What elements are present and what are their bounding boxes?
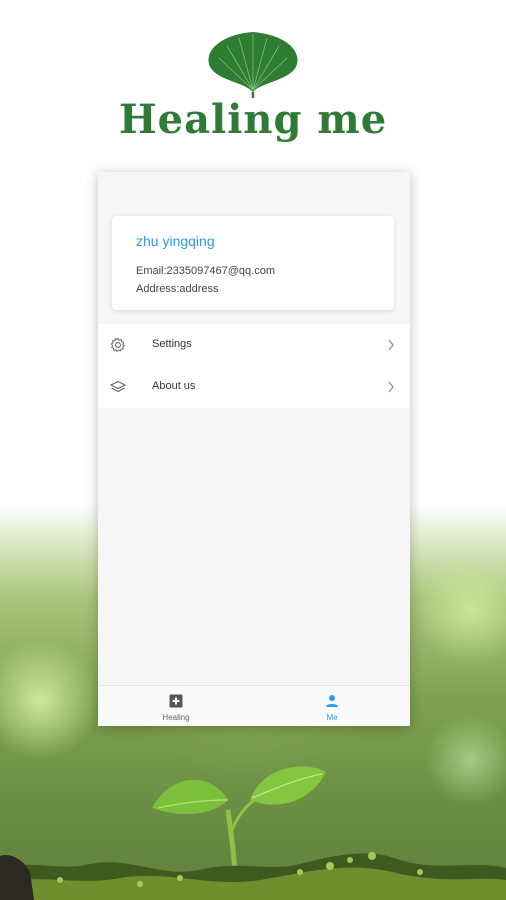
chevron-right-icon	[388, 339, 394, 351]
tab-healing[interactable]: Healing	[98, 686, 254, 726]
ginkgo-leaf-icon	[208, 32, 298, 98]
sprout-image	[0, 766, 506, 900]
profile-address: Address:address	[136, 283, 219, 295]
layers-icon	[110, 380, 126, 393]
person-icon	[326, 695, 338, 707]
profile-card[interactable]: zhu yingqing Email:2335097467@qq.com Add…	[112, 216, 394, 310]
menu-list: Settings About us	[98, 324, 410, 408]
bottom-tab-bar: Healing Me	[98, 685, 410, 726]
phone-screen: zhu yingqing Email:2335097467@qq.com Add…	[98, 172, 410, 726]
profile-email: Email:2335097467@qq.com	[136, 265, 275, 277]
tab-label: Me	[326, 713, 338, 722]
gear-icon	[110, 337, 126, 353]
app-title: Healing me	[118, 96, 388, 143]
menu-item-about-us[interactable]: About us	[98, 366, 410, 408]
plus-box-icon	[169, 694, 183, 708]
menu-item-label: About us	[152, 380, 196, 392]
menu-item-label: Settings	[152, 338, 192, 350]
tab-label: Healing	[162, 713, 190, 722]
profile-name: zhu yingqing	[136, 233, 215, 249]
menu-item-settings[interactable]: Settings	[98, 324, 410, 366]
chevron-right-icon	[388, 381, 394, 393]
logo	[0, 28, 506, 100]
tab-me[interactable]: Me	[254, 686, 410, 726]
